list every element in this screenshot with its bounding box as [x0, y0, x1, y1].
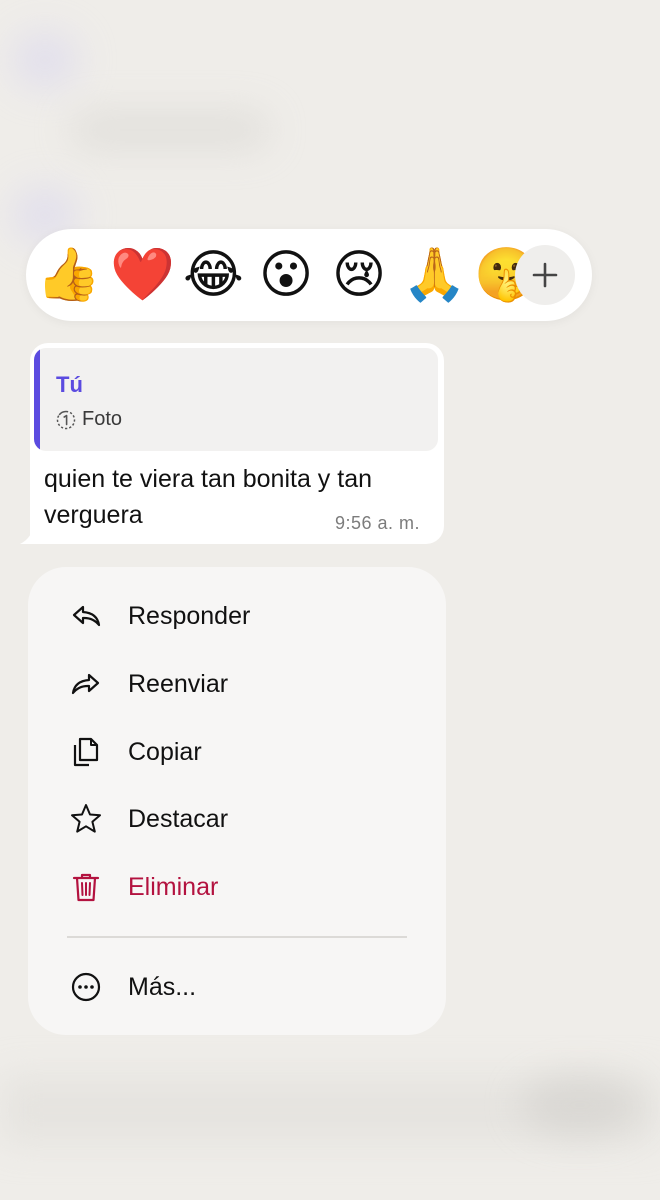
reaction-red-heart[interactable]: ❤️ [110, 245, 175, 305]
message-bubble[interactable]: Tú Foto quien te viera tan bonita y tan … [30, 343, 444, 544]
menu-item-label: Copiar [128, 737, 202, 766]
quoted-message[interactable]: Tú Foto [34, 348, 438, 451]
copy-icon [68, 734, 104, 770]
menu-divider [67, 936, 407, 938]
menu-item-label: Destacar [128, 804, 229, 833]
menu-item-label: Eliminar [128, 872, 219, 901]
reaction-folded-hands[interactable]: 🙏 [402, 245, 467, 305]
menu-item-reply[interactable]: Responder [28, 586, 446, 646]
trash-icon [68, 869, 104, 905]
star-icon [68, 801, 104, 837]
menu-item-forward[interactable]: Reenviar [28, 654, 446, 714]
quote-accent-bar [34, 348, 40, 451]
reply-icon [68, 598, 104, 634]
quote-media-label: Foto [82, 408, 123, 430]
message-timestamp: 9:56 a. m. [334, 513, 420, 533]
background-avatar-blur [10, 30, 80, 90]
menu-item-label: Reenviar [128, 669, 229, 698]
menu-item-star[interactable]: Destacar [28, 789, 446, 849]
background-text-blur [70, 110, 270, 150]
reaction-tears-of-joy[interactable]: 😂 [183, 245, 244, 305]
reaction-thumbs-up[interactable]: 👍 [36, 245, 101, 305]
background-button-blur [520, 1075, 640, 1135]
plus-icon [532, 262, 558, 288]
reaction-surprised[interactable]: 😮 [256, 245, 316, 305]
view-once-icon [56, 410, 76, 429]
reaction-bar: 👍 ❤️ 😂 😮 😢 🙏 🤫 [26, 229, 592, 321]
forward-icon [68, 666, 104, 702]
more-reactions-button[interactable] [515, 245, 575, 305]
more-icon [68, 969, 104, 1005]
quote-media: Foto [56, 408, 122, 431]
menu-item-label: Responder [128, 601, 251, 630]
menu-item-label: Más... [128, 972, 197, 1001]
message-context-menu: Responder Reenviar Copiar Destacar Elimi… [28, 567, 446, 1035]
quote-author: Tú [56, 372, 83, 397]
menu-item-more[interactable]: Más... [28, 957, 446, 1017]
reaction-crying[interactable]: 😢 [329, 245, 389, 305]
menu-item-copy[interactable]: Copiar [28, 722, 446, 782]
menu-item-delete[interactable]: Eliminar [28, 857, 446, 917]
